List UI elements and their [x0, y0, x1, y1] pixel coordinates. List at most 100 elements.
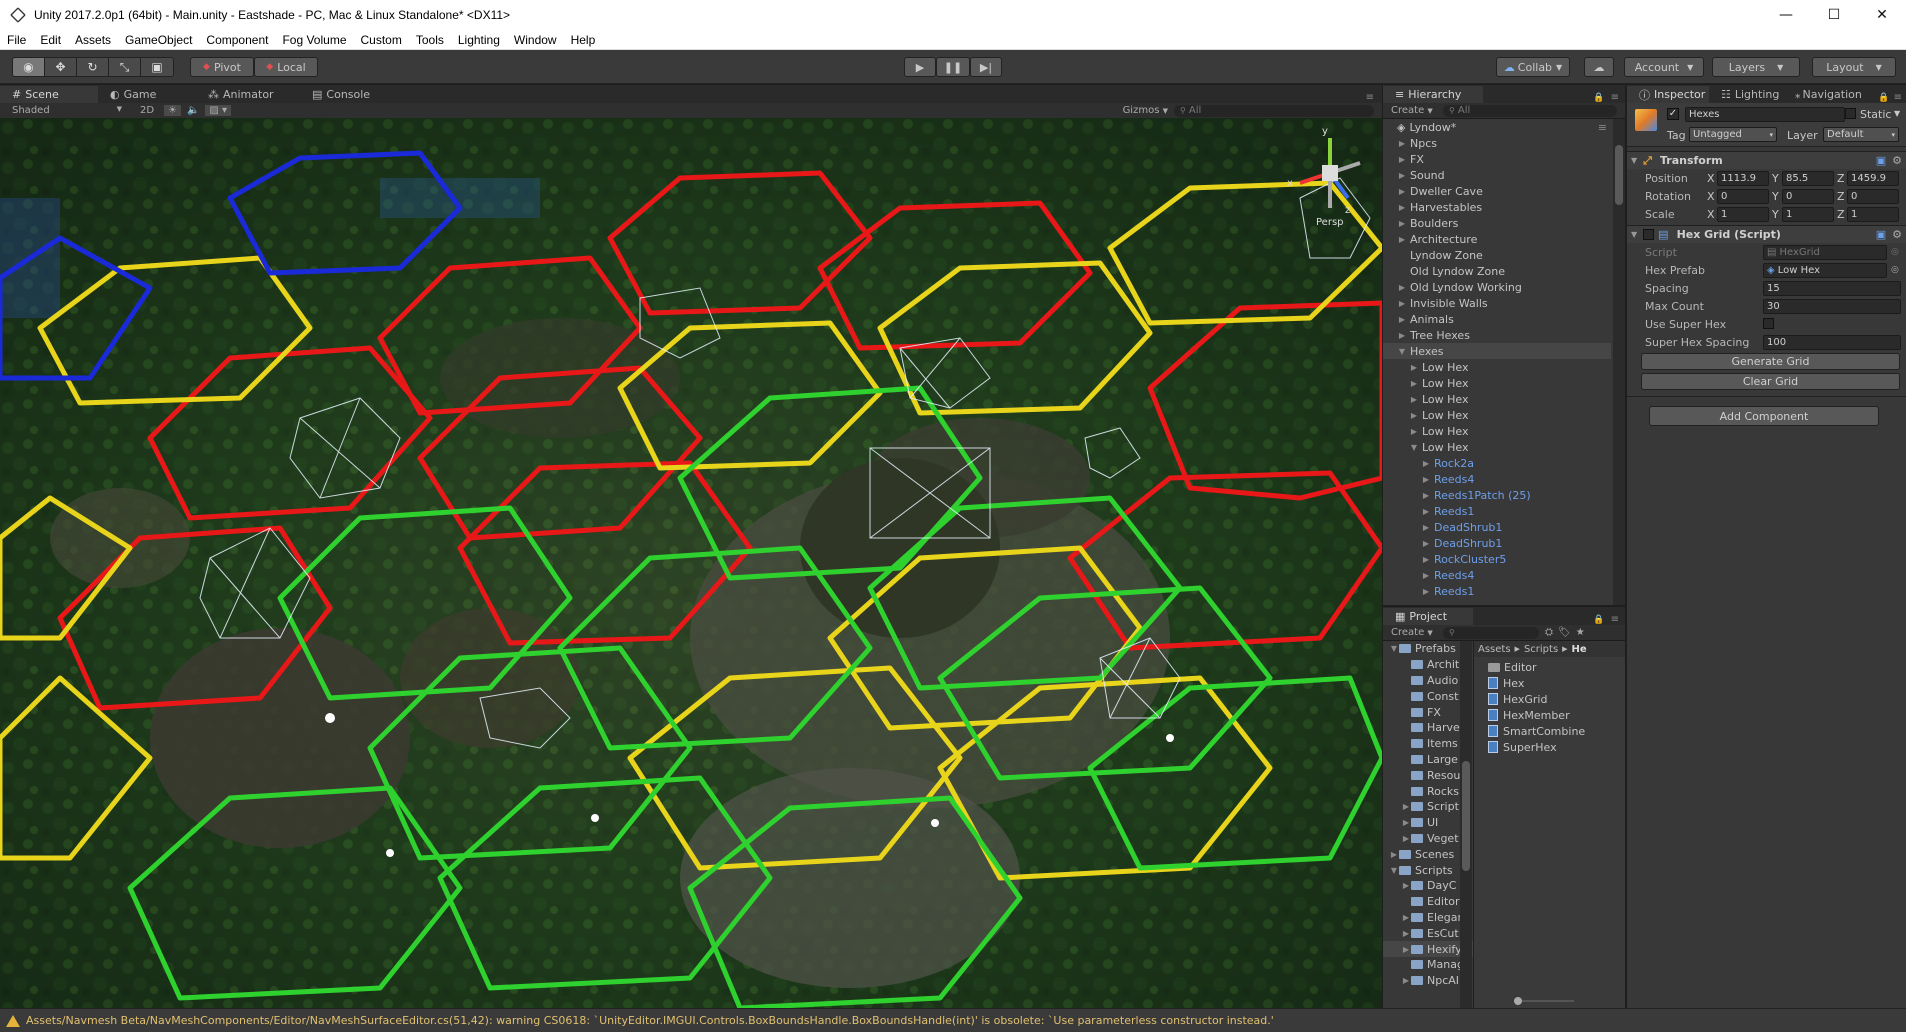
hexgrid-header[interactable]: ▼ ▤ Hex Grid (Script) ▣ ⚙ [1627, 225, 1906, 243]
foldout-expanded-icon[interactable]: ▼ [1389, 866, 1399, 875]
project-create-dropdown[interactable]: Create ▼ [1383, 627, 1443, 638]
foldout-collapsed-icon[interactable]: ▶ [1421, 539, 1431, 548]
position-y-field[interactable]: 85.5 [1782, 171, 1834, 186]
menu-file[interactable]: File [0, 33, 33, 47]
hierarchy-item[interactable]: ▶ FX [1383, 151, 1611, 167]
account-dropdown[interactable]: Account ▼ [1624, 57, 1704, 77]
layout-dropdown[interactable]: Layout ▼ [1812, 57, 1896, 77]
rect-tool-icon[interactable]: ▣ [141, 58, 173, 76]
menu-custom[interactable]: Custom [354, 33, 409, 47]
transform-header[interactable]: ▼ ⤢ Transform ▣ ⚙ [1627, 151, 1906, 169]
tab-navigation[interactable]: ⁎ Navigation [1789, 86, 1878, 103]
step-button[interactable]: ▶| [970, 57, 1002, 77]
foldout-collapsed-icon[interactable]: ▶ [1397, 315, 1407, 324]
foldout-collapsed-icon[interactable]: ▶ [1421, 459, 1431, 468]
foldout-collapsed-icon[interactable]: ▶ [1397, 299, 1407, 308]
gizmos-dropdown[interactable]: Gizmos ▼ [1123, 105, 1168, 116]
foldout-collapsed-icon[interactable]: ▶ [1421, 475, 1431, 484]
favorites-star-icon[interactable]: ★ [1576, 627, 1585, 638]
hierarchy-item[interactable]: ▶ Harvestables [1383, 199, 1611, 215]
foldout-collapsed-icon[interactable]: ▶ [1409, 411, 1419, 420]
tab-animator[interactable]: ⁂ Animator [196, 86, 300, 103]
rotation-x-field[interactable]: 0 [1717, 189, 1769, 204]
component-enabled-checkbox[interactable] [1643, 229, 1655, 240]
status-bar[interactable]: Assets/Navmesh Beta/NavMeshComponents/Ed… [0, 1008, 1906, 1032]
clear-grid-button[interactable]: Clear Grid [1641, 373, 1900, 390]
foldout-collapsed-icon[interactable]: ▶ [1397, 203, 1407, 212]
scene-menu-icon[interactable]: ≡ [1598, 121, 1607, 134]
foldout-collapsed-icon[interactable]: ▶ [1397, 171, 1407, 180]
hierarchy-item[interactable]: ▶ Rock2a [1383, 455, 1611, 471]
active-checkbox[interactable]: ✓ [1667, 108, 1679, 120]
help-book-icon[interactable]: ▣ [1876, 154, 1886, 167]
tab-scene[interactable]: # Scene [0, 86, 98, 103]
scene-search-input[interactable]: ⚲ All [1174, 104, 1374, 117]
tab-hierarchy[interactable]: ≡ Hierarchy [1383, 86, 1483, 103]
hierarchy-scrollbar-thumb[interactable] [1615, 145, 1623, 205]
scene-effects-dropdown-icon[interactable]: ▨ ▾ [205, 105, 232, 116]
foldout-collapsed-icon[interactable]: ▶ [1401, 818, 1411, 827]
menu-help[interactable]: Help [564, 33, 603, 47]
super-hex-spacing-field[interactable]: 100 [1763, 335, 1901, 350]
hierarchy-item[interactable]: ▶ Invisible Walls [1383, 295, 1611, 311]
gizmo-persp-label[interactable]: Persp [1316, 217, 1344, 228]
rotate-tool-icon[interactable]: ↻ [77, 58, 109, 76]
shading-mode-dropdown[interactable]: Shaded ▼ [0, 105, 128, 116]
spacing-field[interactable]: 15 [1763, 281, 1901, 296]
hierarchy-item[interactable]: ▶ Low Hex [1383, 391, 1611, 407]
hierarchy-item[interactable]: ▶ Low Hex [1383, 407, 1611, 423]
menu-gameobject[interactable]: GameObject [118, 33, 199, 47]
hierarchy-item[interactable]: ▼ Low Hex [1383, 439, 1611, 455]
hierarchy-item[interactable]: ▶ Low Hex [1383, 423, 1611, 439]
hierarchy-item[interactable]: ▼ Hexes [1383, 343, 1611, 359]
foldout-collapsed-icon[interactable]: ▶ [1397, 155, 1407, 164]
foldout-collapsed-icon[interactable]: ▶ [1421, 491, 1431, 500]
hierarchy-item[interactable]: ▶ Reeds4 [1383, 567, 1611, 583]
close-button[interactable]: ✕ [1858, 0, 1906, 30]
foldout-collapsed-icon[interactable]: ▶ [1421, 587, 1431, 596]
scene-lighting-toggle-icon[interactable]: ☀ [164, 105, 181, 116]
foldout-collapsed-icon[interactable]: ▶ [1409, 427, 1419, 436]
max-count-field[interactable]: 30 [1763, 299, 1901, 314]
hex-prefab-field[interactable]: ◈ Low Hex [1763, 263, 1887, 278]
breadcrumb-scripts[interactable]: Scripts [1524, 644, 1558, 655]
chevron-down-icon[interactable]: ▼ [1894, 109, 1900, 118]
foldout-collapsed-icon[interactable]: ▶ [1397, 331, 1407, 340]
move-tool-icon[interactable]: ✥ [45, 58, 77, 76]
hierarchy-item[interactable]: ▶ Reeds4 [1383, 471, 1611, 487]
breadcrumb-current[interactable]: He [1572, 644, 1587, 655]
foldout-collapsed-icon[interactable]: ▶ [1409, 379, 1419, 388]
project-asset-item[interactable]: SmartCombine [1474, 723, 1625, 739]
foldout-collapsed-icon[interactable]: ▶ [1401, 929, 1411, 938]
foldout-collapsed-icon[interactable]: ▶ [1401, 913, 1411, 922]
menu-component[interactable]: Component [199, 33, 275, 47]
static-checkbox[interactable] [1845, 108, 1856, 119]
tab-console[interactable]: ▤ Console [300, 86, 400, 103]
gear-icon[interactable]: ⚙ [1892, 154, 1902, 167]
minimize-button[interactable]: — [1762, 0, 1810, 30]
project-asset-item[interactable]: HexMember [1474, 707, 1625, 723]
scene-audio-toggle-icon[interactable]: 🔈 [187, 105, 199, 116]
hierarchy-item[interactable]: ▶ Boulders [1383, 215, 1611, 231]
hierarchy-item[interactable]: ▶ DeadShrub1 [1383, 519, 1611, 535]
hierarchy-item[interactable]: ▶ Reeds1Patch (25) [1383, 487, 1611, 503]
mode-2d-toggle[interactable]: 2D [136, 105, 158, 116]
menu-edit[interactable]: Edit [33, 33, 68, 47]
foldout-collapsed-icon[interactable]: ▶ [1421, 571, 1431, 580]
hierarchy-item[interactable]: ▶ DeadShrub1 [1383, 535, 1611, 551]
play-button[interactable]: ▶ [904, 57, 936, 77]
panel-menu-icon[interactable]: ≡ [1894, 92, 1902, 103]
rotation-z-field[interactable]: 0 [1847, 189, 1899, 204]
generate-grid-button[interactable]: Generate Grid [1641, 353, 1900, 370]
foldout-expanded-icon[interactable]: ▼ [1389, 644, 1399, 653]
panel-menu-icon[interactable]: ≡ [1611, 92, 1619, 103]
search-by-type-icon[interactable]: ⛭ [1545, 627, 1553, 638]
breadcrumb-assets[interactable]: Assets [1478, 644, 1511, 655]
hierarchy-item[interactable]: ▶ Sound [1383, 167, 1611, 183]
project-asset-item[interactable]: Hex [1474, 675, 1625, 691]
scene-viewport[interactable]: y x z Persp [0, 118, 1382, 1008]
hierarchy-item[interactable]: Lyndow Zone [1383, 247, 1611, 263]
hierarchy-item[interactable]: ▶ Tree Hexes [1383, 327, 1611, 343]
tab-project[interactable]: ▦ Project [1383, 608, 1473, 625]
tab-lighting[interactable]: ☷ Lighting [1709, 86, 1789, 103]
